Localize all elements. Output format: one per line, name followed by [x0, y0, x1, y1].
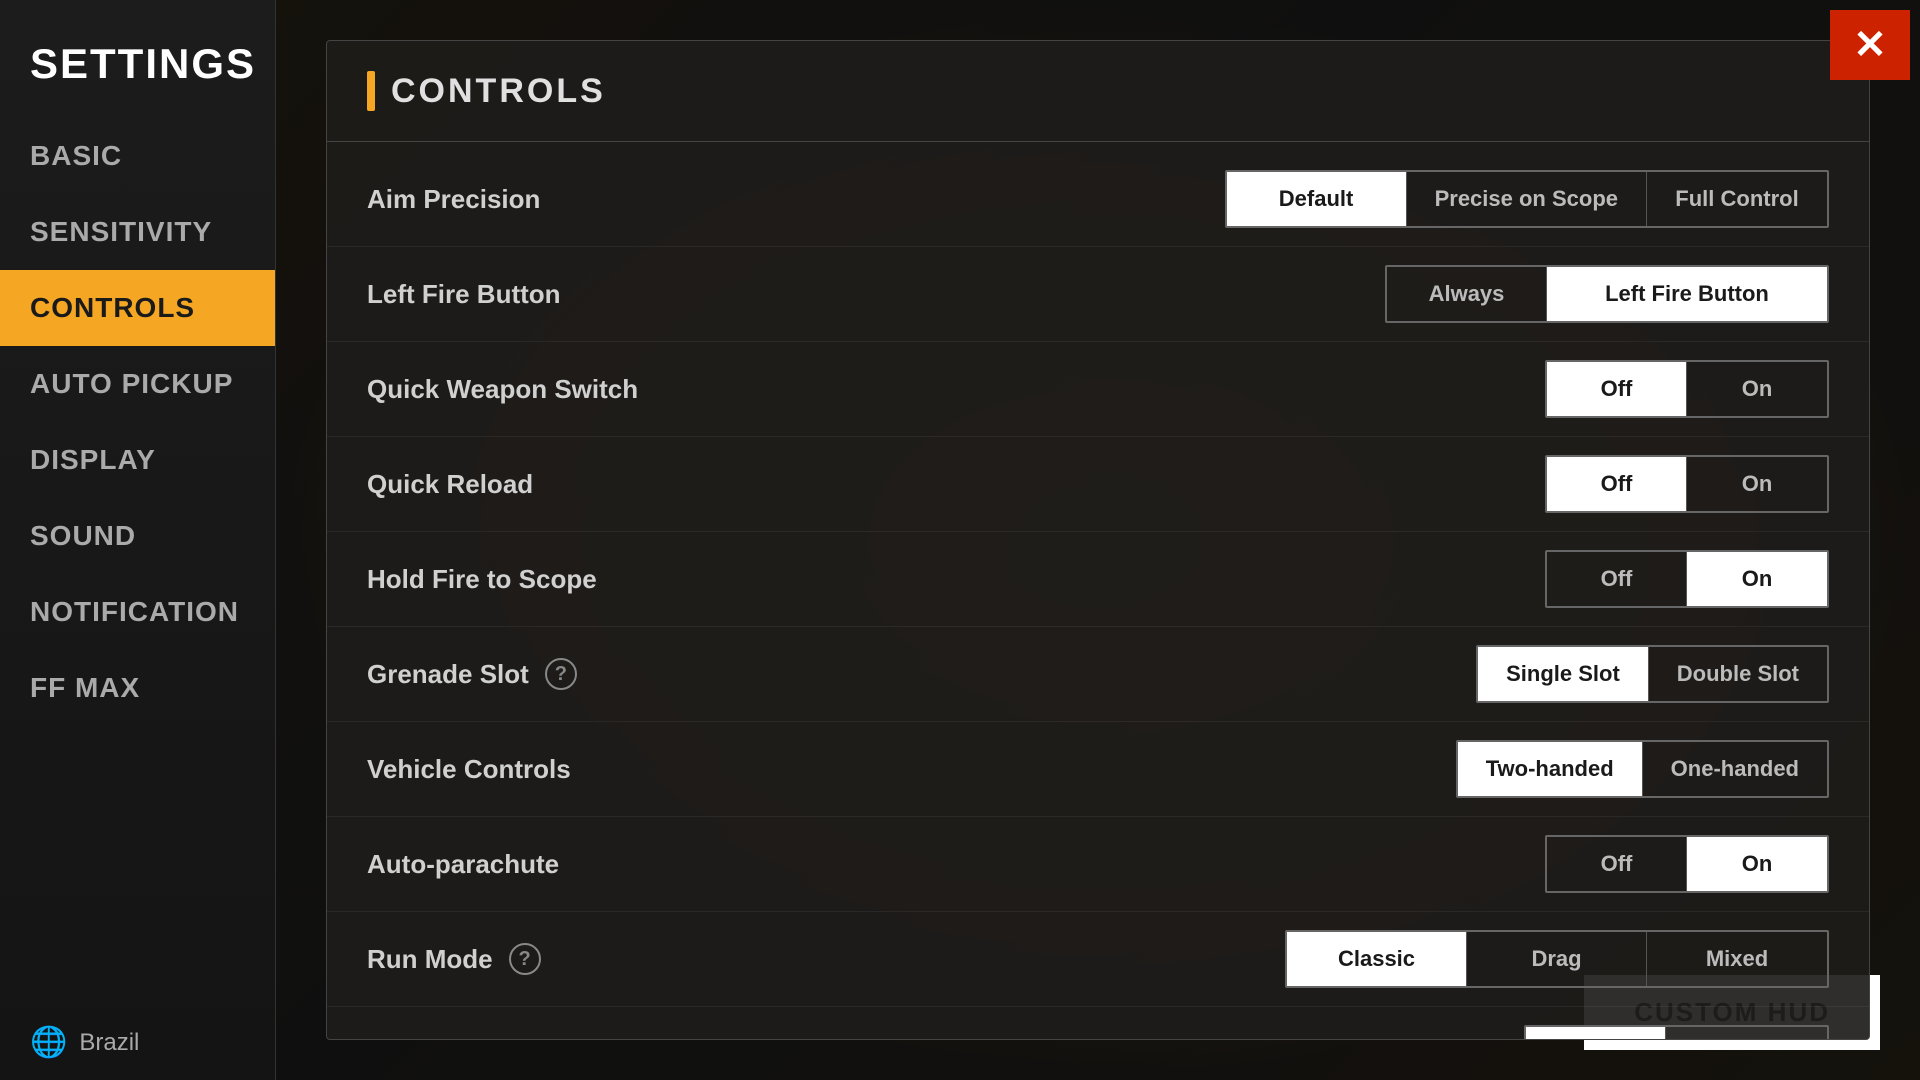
sidebar-item-ff-max[interactable]: FF MAX: [0, 650, 275, 726]
options-group-quick-weapon-switch: OffOn: [1545, 360, 1829, 418]
sidebar-item-display[interactable]: DISPLAY: [0, 422, 275, 498]
option-in-game-tips-simplified[interactable]: Simplified: [1666, 1027, 1827, 1040]
main-content: ✕ CONTROLS Aim PrecisionDefaultPrecise o…: [276, 0, 1920, 1080]
setting-row-aim-precision: Aim PrecisionDefaultPrecise on ScopeFull…: [327, 152, 1869, 247]
setting-label-vehicle-controls: Vehicle Controls: [367, 754, 1456, 785]
option-grenade-slot-double-slot[interactable]: Double Slot: [1649, 647, 1827, 701]
sidebar-nav: BASICSENSITIVITYCONTROLSAUTO PICKUPDISPL…: [0, 118, 275, 1005]
settings-body: Aim PrecisionDefaultPrecise on ScopeFull…: [327, 142, 1869, 1040]
setting-row-in-game-tips: In-game tipsDefaultSimplified: [327, 1007, 1869, 1040]
option-quick-weapon-switch-on[interactable]: On: [1687, 362, 1827, 416]
options-group-in-game-tips: DefaultSimplified: [1524, 1025, 1829, 1040]
setting-label-quick-reload: Quick Reload: [367, 469, 1545, 500]
option-hold-fire-to-scope-on[interactable]: On: [1687, 552, 1827, 606]
setting-row-left-fire-button: Left Fire ButtonAlwaysLeft Fire Button: [327, 247, 1869, 342]
option-auto-parachute-off[interactable]: Off: [1547, 837, 1687, 891]
options-group-left-fire-button: AlwaysLeft Fire Button: [1385, 265, 1829, 323]
setting-label-hold-fire-to-scope: Hold Fire to Scope: [367, 564, 1545, 595]
sidebar-item-controls[interactable]: CONTROLS: [0, 270, 275, 346]
setting-row-auto-parachute: Auto-parachuteOffOn: [327, 817, 1869, 912]
header-accent-bar: [367, 71, 375, 111]
option-left-fire-button-always[interactable]: Always: [1387, 267, 1547, 321]
close-button[interactable]: ✕: [1830, 10, 1910, 80]
option-hold-fire-to-scope-off[interactable]: Off: [1547, 552, 1687, 606]
setting-row-quick-reload: Quick ReloadOffOn: [327, 437, 1869, 532]
option-quick-reload-on[interactable]: On: [1687, 457, 1827, 511]
globe-icon: 🌐: [30, 1025, 67, 1060]
close-icon: ✕: [1853, 25, 1887, 65]
app-title: SETTINGS: [0, 20, 275, 118]
option-left-fire-button-left-fire-button[interactable]: Left Fire Button: [1547, 267, 1827, 321]
setting-row-hold-fire-to-scope: Hold Fire to ScopeOffOn: [327, 532, 1869, 627]
option-vehicle-controls-two-handed[interactable]: Two-handed: [1458, 742, 1643, 796]
sidebar-item-auto-pickup[interactable]: AUTO PICKUP: [0, 346, 275, 422]
sidebar: SETTINGS BASICSENSITIVITYCONTROLSAUTO PI…: [0, 0, 276, 1080]
option-auto-parachute-on[interactable]: On: [1687, 837, 1827, 891]
setting-label-quick-weapon-switch: Quick Weapon Switch: [367, 374, 1545, 405]
sidebar-item-notification[interactable]: NOTIFICATION: [0, 574, 275, 650]
options-group-aim-precision: DefaultPrecise on ScopeFull Control: [1225, 170, 1829, 228]
sidebar-item-basic[interactable]: BASIC: [0, 118, 275, 194]
setting-row-grenade-slot: Grenade Slot?Single SlotDouble Slot: [327, 627, 1869, 722]
setting-row-run-mode: Run Mode?ClassicDragMixed: [327, 912, 1869, 1007]
setting-label-left-fire-button: Left Fire Button: [367, 279, 1385, 310]
help-icon-run-mode[interactable]: ?: [509, 943, 541, 975]
setting-row-vehicle-controls: Vehicle ControlsTwo-handedOne-handed: [327, 722, 1869, 817]
panel-header: CONTROLS: [327, 41, 1869, 142]
setting-row-quick-weapon-switch: Quick Weapon SwitchOffOn: [327, 342, 1869, 437]
setting-label-aim-precision: Aim Precision: [367, 184, 1225, 215]
options-group-grenade-slot: Single SlotDouble Slot: [1476, 645, 1829, 703]
option-grenade-slot-single-slot[interactable]: Single Slot: [1478, 647, 1649, 701]
options-group-quick-reload: OffOn: [1545, 455, 1829, 513]
option-aim-precision-full-control[interactable]: Full Control: [1647, 172, 1827, 226]
settings-panel: CONTROLS Aim PrecisionDefaultPrecise on …: [326, 40, 1870, 1040]
option-in-game-tips-default[interactable]: Default: [1526, 1027, 1666, 1040]
panel-title: CONTROLS: [391, 72, 606, 111]
sidebar-item-sound[interactable]: SOUND: [0, 498, 275, 574]
option-quick-reload-off[interactable]: Off: [1547, 457, 1687, 511]
sidebar-footer: 🌐 Brazil: [0, 1005, 275, 1080]
setting-label-in-game-tips: In-game tips: [367, 1039, 1524, 1041]
setting-label-auto-parachute: Auto-parachute: [367, 849, 1545, 880]
option-aim-precision-default[interactable]: Default: [1227, 172, 1407, 226]
option-run-mode-classic[interactable]: Classic: [1287, 932, 1467, 986]
option-run-mode-drag[interactable]: Drag: [1467, 932, 1647, 986]
region-label: Brazil: [79, 1029, 139, 1057]
option-quick-weapon-switch-off[interactable]: Off: [1547, 362, 1687, 416]
options-group-auto-parachute: OffOn: [1545, 835, 1829, 893]
setting-label-run-mode: Run Mode?: [367, 943, 1285, 975]
option-run-mode-mixed[interactable]: Mixed: [1647, 932, 1827, 986]
options-group-run-mode: ClassicDragMixed: [1285, 930, 1829, 988]
option-vehicle-controls-one-handed[interactable]: One-handed: [1643, 742, 1827, 796]
sidebar-item-sensitivity[interactable]: SENSITIVITY: [0, 194, 275, 270]
options-group-vehicle-controls: Two-handedOne-handed: [1456, 740, 1829, 798]
option-aim-precision-precise-on-scope[interactable]: Precise on Scope: [1407, 172, 1647, 226]
options-group-hold-fire-to-scope: OffOn: [1545, 550, 1829, 608]
setting-label-grenade-slot: Grenade Slot?: [367, 658, 1476, 690]
help-icon-grenade-slot[interactable]: ?: [545, 658, 577, 690]
